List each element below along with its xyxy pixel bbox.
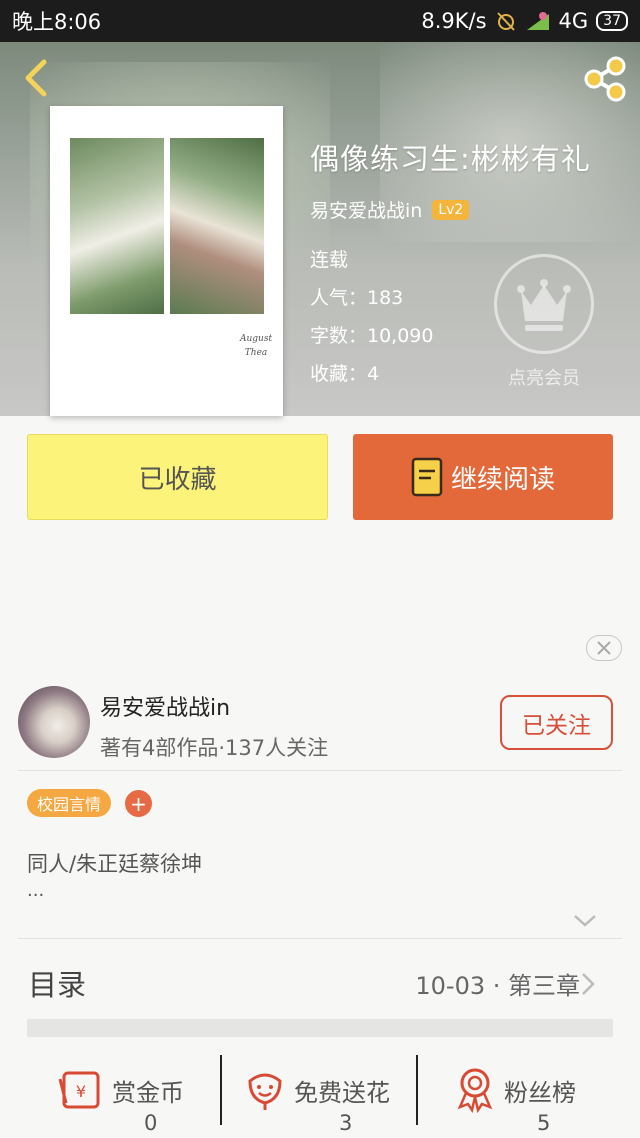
vip-label[interactable]: 点亮会员 bbox=[488, 364, 600, 390]
section-separator bbox=[27, 1019, 613, 1037]
author-stats: 著有4部作品·137人关注 bbox=[100, 736, 329, 760]
fan-ranking-button[interactable]: 粉丝榜 5 bbox=[450, 1051, 610, 1135]
author-level-badge: Lv2 bbox=[432, 199, 470, 220]
fan-ranking-count: 5 bbox=[537, 1111, 551, 1135]
book-icon bbox=[411, 457, 443, 497]
medal-icon bbox=[457, 1068, 493, 1113]
book-description: 同人/朱正廷蔡徐坤 bbox=[27, 852, 203, 876]
signal-icon bbox=[526, 12, 549, 30]
avatar[interactable] bbox=[18, 686, 90, 758]
status-time: 晚上8:06 bbox=[12, 10, 102, 34]
expand-description-button[interactable] bbox=[572, 912, 598, 930]
chevron-left-icon bbox=[25, 59, 47, 97]
network-type: 4G bbox=[558, 9, 589, 33]
favorited-button[interactable]: 已收藏 bbox=[27, 434, 328, 520]
flower-icon bbox=[248, 1073, 282, 1110]
status-indicators: 8.9K/s 4G 37 bbox=[421, 9, 628, 33]
fan-ranking-label: 粉丝榜 bbox=[504, 1079, 576, 1107]
divider bbox=[18, 770, 622, 771]
chevron-down-icon bbox=[574, 915, 596, 927]
cover-photo-left bbox=[70, 138, 164, 314]
book-popularity: 人气：183 bbox=[310, 287, 404, 309]
share-icon bbox=[584, 56, 626, 102]
footer-separator bbox=[416, 1055, 418, 1125]
continue-reading-label: 继续阅读 bbox=[450, 464, 555, 495]
close-ad-button[interactable] bbox=[586, 635, 622, 661]
vip-badge[interactable] bbox=[494, 254, 594, 354]
book-status: 连载 bbox=[310, 249, 349, 271]
author-card[interactable]: 易安爱战战in 著有4部作品·137人关注 已关注 bbox=[0, 676, 640, 770]
book-word-count: 字数：10,090 bbox=[310, 325, 434, 347]
toc-latest-chapter: 10-03 · 第三章 bbox=[415, 972, 580, 1000]
send-flower-count: 3 bbox=[339, 1111, 353, 1135]
chevron-right-icon bbox=[582, 973, 595, 995]
cover-signature: August Thea bbox=[240, 334, 273, 358]
reward-coins-button[interactable]: ¥ 赏金币 0 bbox=[56, 1051, 206, 1135]
book-title: 偶像练习生:彬彬有礼 bbox=[310, 142, 591, 176]
network-speed: 8.9K/s bbox=[421, 9, 487, 33]
share-button[interactable] bbox=[580, 54, 630, 104]
book-favorites: 收藏：4 bbox=[310, 363, 380, 385]
crown-icon bbox=[517, 279, 571, 331]
add-tag-button[interactable]: + bbox=[125, 790, 152, 817]
red-envelope-icon: ¥ bbox=[58, 1071, 100, 1109]
description-ellipsis: ... bbox=[27, 880, 45, 901]
genre-tag[interactable]: 校园言情 bbox=[27, 789, 112, 817]
status-bar: 晚上8:06 8.9K/s 4G 37 bbox=[0, 0, 640, 42]
favorited-label: 已收藏 bbox=[138, 464, 217, 495]
battery-icon: 37 bbox=[596, 11, 628, 31]
divider bbox=[18, 938, 622, 939]
toc-title: 目录 bbox=[28, 968, 87, 1002]
bottom-action-bar: ¥ 赏金币 0 免费送花 3 粉丝榜 5 bbox=[0, 1037, 640, 1138]
author-name[interactable]: 易安爱战战in bbox=[100, 690, 230, 722]
book-author-line: 易安爱战战in Lv2 bbox=[310, 196, 470, 223]
footer-separator bbox=[220, 1055, 222, 1125]
alarm-off-icon bbox=[496, 12, 515, 31]
cover-photo-right bbox=[170, 138, 264, 314]
close-icon bbox=[597, 641, 611, 655]
reward-coins-label: 赏金币 bbox=[112, 1079, 184, 1107]
book-author[interactable]: 易安爱战战in bbox=[310, 196, 422, 223]
book-cover[interactable]: August Thea bbox=[50, 106, 283, 416]
table-of-contents-row[interactable]: 目录 10-03 · 第三章 bbox=[0, 940, 640, 1020]
back-button[interactable] bbox=[16, 56, 56, 100]
svg-text:¥: ¥ bbox=[76, 1082, 86, 1101]
continue-reading-button[interactable]: 继续阅读 bbox=[353, 434, 613, 520]
send-flower-button[interactable]: 免费送花 3 bbox=[240, 1051, 410, 1135]
send-flower-label: 免费送花 bbox=[294, 1079, 390, 1107]
follow-button[interactable]: 已关注 bbox=[500, 695, 613, 750]
reward-coins-count: 0 bbox=[144, 1111, 158, 1135]
